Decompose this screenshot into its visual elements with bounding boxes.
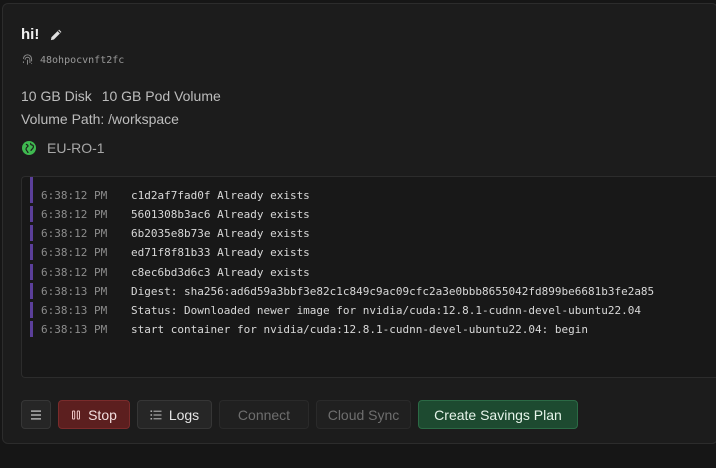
log-timestamp: 6:38:13 PM <box>41 284 108 298</box>
log-message: start container for nvidia/cuda:12.8.1-c… <box>131 322 588 336</box>
globe-icon <box>22 141 36 155</box>
logs-button[interactable]: Logs <box>137 400 212 429</box>
pencil-icon[interactable] <box>49 28 63 42</box>
stop-label: Stop <box>88 406 117 423</box>
pod-card: hi! 48ohpocvnft2fc 10 GB Disk 10 GB Pod … <box>2 3 716 444</box>
log-line: 6:38:12 PM c1d2af7fad0f Already exists <box>30 187 310 203</box>
log-timestamp: 6:38:12 PM <box>41 188 108 202</box>
log-line: 6:38:13 PM Digest: sha256:ad6d59a3bbf3e8… <box>30 283 654 299</box>
pod-volume-size: 10 GB Pod Volume <box>101 88 221 104</box>
pod-title-row: hi! <box>21 26 63 43</box>
log-timestamp: 6:38:12 PM <box>41 265 108 279</box>
disk-size: 10 GB Disk <box>21 88 92 104</box>
log-timestamp: 6:38:13 PM <box>41 322 108 336</box>
log-line: 6:38:12 PM 6b2035e8b73e Already exists <box>30 225 310 241</box>
connect-button[interactable]: Connect <box>219 400 309 429</box>
create-savings-plan-button[interactable]: Create Savings Plan <box>418 400 578 429</box>
volume-path: Volume Path: /workspace <box>21 111 179 127</box>
list-icon <box>150 410 162 419</box>
pod-name: hi! <box>21 26 40 43</box>
log-line: 6:38:13 PM Status: Downloaded newer imag… <box>30 302 641 318</box>
log-line: 6:38:12 PM ed71f8f81b33 Already exists <box>30 244 310 260</box>
fingerprint-icon <box>22 54 33 65</box>
pause-icon <box>72 410 81 419</box>
cloud-sync-button[interactable]: Cloud Sync <box>316 400 411 429</box>
log-timestamp: 6:38:12 PM <box>41 207 108 221</box>
pod-id-row: 48ohpocvnft2fc <box>21 54 124 67</box>
region-label: EU-RO-1 <box>47 140 105 156</box>
log-timestamp: 6:38:12 PM <box>41 226 108 240</box>
log-message: Status: Downloaded newer image for nvidi… <box>131 303 641 317</box>
stop-button[interactable]: Stop <box>58 400 130 429</box>
log-message: Digest: sha256:ad6d59a3bbf3e82c1c849c9ac… <box>131 284 655 298</box>
log-message: ed71f8f81b33 Already exists <box>131 245 310 259</box>
log-line: 6:38:13 PM start container for nvidia/cu… <box>30 321 588 337</box>
menu-button[interactable] <box>21 400 51 429</box>
log-line: 6:38:12 PM 5601308b3ac6 Already exists <box>30 206 310 222</box>
cloud-sync-label: Cloud Sync <box>327 406 400 423</box>
pod-actions: Stop Logs Connect Cloud Sync Create Savi… <box>21 400 585 429</box>
logs-label: Logs <box>168 406 200 423</box>
hamburger-icon <box>31 410 41 419</box>
pod-specs: 10 GB Disk 10 GB Pod Volume <box>21 88 221 104</box>
connect-label: Connect <box>237 406 291 423</box>
log-panel[interactable]: 6:38:12 PM c1d2af7fad0f Already exists 6… <box>21 176 716 378</box>
log-timestamp: 6:38:12 PM <box>41 245 108 259</box>
pod-id: 48ohpocvnft2fc <box>40 55 125 66</box>
log-line-partial <box>30 177 33 187</box>
log-message: 6b2035e8b73e Already exists <box>131 226 310 240</box>
log-line: 6:38:12 PM c8ec6bd3d6c3 Already exists <box>30 264 310 280</box>
log-message: c8ec6bd3d6c3 Already exists <box>131 265 310 279</box>
create-savings-plan-label: Create Savings Plan <box>434 406 562 423</box>
log-message: c1d2af7fad0f Already exists <box>131 188 310 202</box>
log-timestamp: 6:38:13 PM <box>41 303 108 317</box>
log-message: 5601308b3ac6 Already exists <box>131 207 310 221</box>
region-row: EU-RO-1 <box>21 140 105 156</box>
